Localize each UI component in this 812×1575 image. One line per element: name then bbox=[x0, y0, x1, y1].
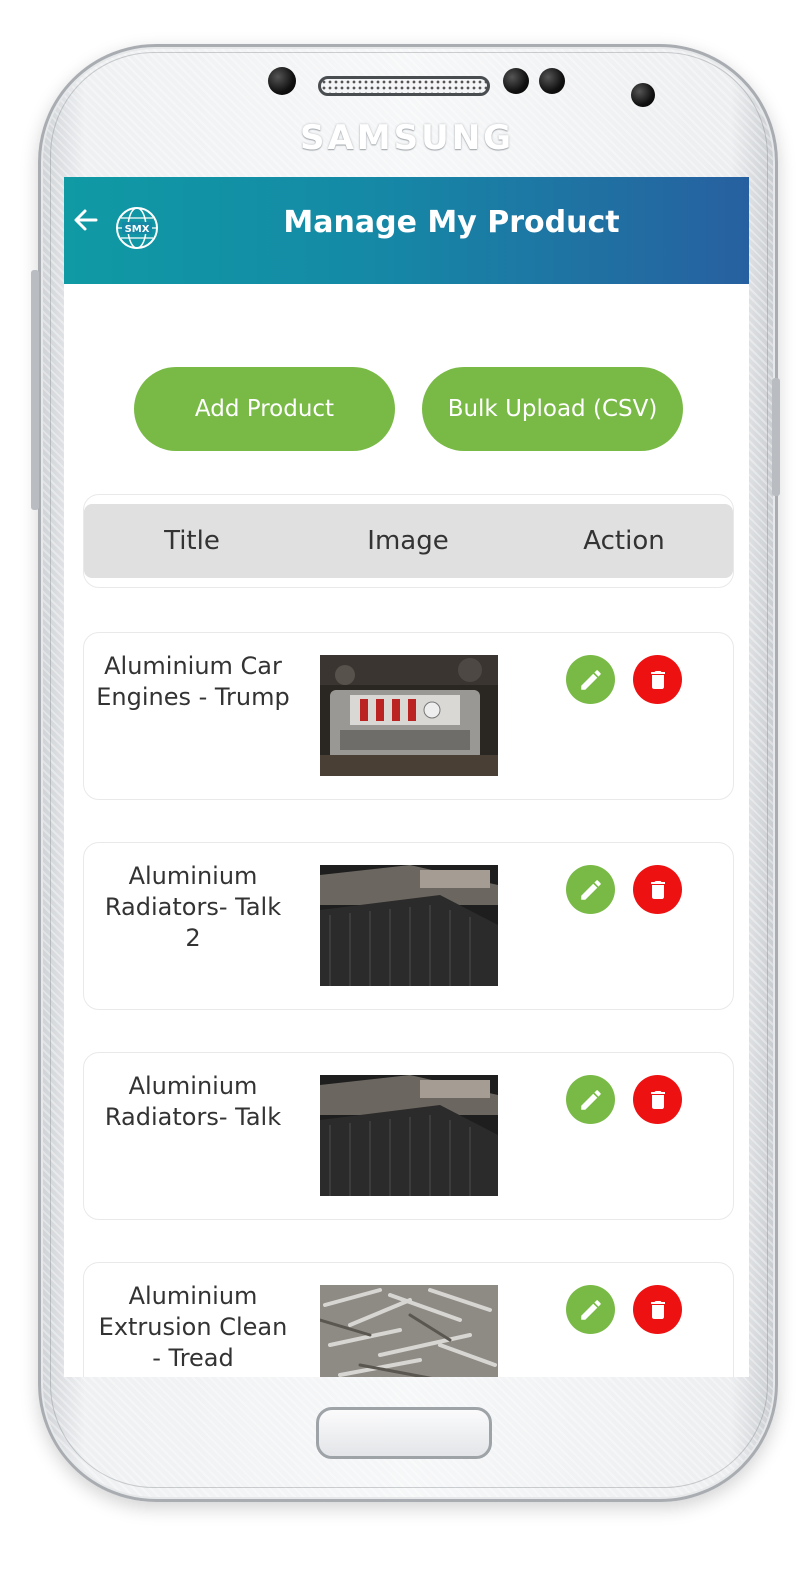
pencil-icon bbox=[580, 1299, 601, 1320]
page-title: Manage My Product bbox=[283, 205, 620, 240]
delete-button[interactable] bbox=[633, 655, 682, 704]
home-button[interactable] bbox=[316, 1407, 492, 1459]
edit-button[interactable] bbox=[566, 1285, 615, 1334]
add-product-button[interactable]: Add Product bbox=[134, 367, 395, 451]
delete-button[interactable] bbox=[633, 865, 682, 914]
earpiece-speaker bbox=[318, 76, 490, 96]
column-header-title: Title bbox=[164, 526, 220, 556]
table-row: Aluminium Car Engines - Trump bbox=[83, 632, 734, 800]
sensor-icon bbox=[503, 68, 529, 94]
back-arrow-icon[interactable] bbox=[72, 205, 100, 235]
bulk-upload-csv-button[interactable]: Bulk Upload (CSV) bbox=[422, 367, 683, 451]
trash-icon bbox=[650, 670, 665, 689]
power-button bbox=[772, 378, 780, 496]
table-header: Title Image Action bbox=[84, 504, 733, 578]
pencil-icon bbox=[580, 669, 601, 690]
product-image-car-engine bbox=[320, 655, 498, 776]
edit-button[interactable] bbox=[566, 655, 615, 704]
product-title: Aluminium Radiators- Talk 2 bbox=[104, 862, 282, 952]
delete-button[interactable] bbox=[633, 1075, 682, 1124]
table-row: Aluminium Extrusion Clean - Tread bbox=[83, 1262, 734, 1377]
table-row: Aluminium Radiators- Talk 2 bbox=[83, 842, 734, 1010]
pencil-icon bbox=[580, 1089, 601, 1110]
product-title: Aluminium Extrusion Clean - Tread bbox=[98, 1282, 288, 1372]
trash-icon bbox=[650, 880, 665, 899]
product-title: Aluminium Car Engines - Trump bbox=[96, 652, 290, 711]
delete-button[interactable] bbox=[633, 1285, 682, 1334]
column-header-action: Action bbox=[583, 526, 665, 556]
edit-button[interactable] bbox=[566, 1075, 615, 1124]
table-header-card: Title Image Action bbox=[83, 494, 734, 588]
front-camera-icon bbox=[268, 67, 296, 95]
table-row: Aluminium Radiators- Talk bbox=[83, 1052, 734, 1220]
product-title: Aluminium Radiators- Talk bbox=[104, 1072, 282, 1131]
product-image-radiators bbox=[320, 865, 498, 986]
pencil-icon bbox=[580, 879, 601, 900]
product-image-extrusion-scrap bbox=[320, 1285, 498, 1377]
logo-text: SMX bbox=[125, 224, 150, 235]
app-screen: SMX Manage My Product Add Product Bulk U… bbox=[64, 177, 749, 1377]
trash-icon bbox=[650, 1300, 665, 1319]
trash-icon bbox=[650, 1090, 665, 1109]
volume-button bbox=[31, 270, 39, 510]
device-brand-logo: SAMSUNG bbox=[300, 118, 515, 158]
column-header-image: Image bbox=[367, 526, 449, 556]
product-image-radiators bbox=[320, 1075, 498, 1196]
app-bar: SMX Manage My Product bbox=[64, 177, 749, 284]
notification-led-icon bbox=[631, 83, 655, 107]
smx-logo-icon: SMX bbox=[114, 205, 160, 251]
sensor-icon bbox=[539, 68, 565, 94]
edit-button[interactable] bbox=[566, 865, 615, 914]
